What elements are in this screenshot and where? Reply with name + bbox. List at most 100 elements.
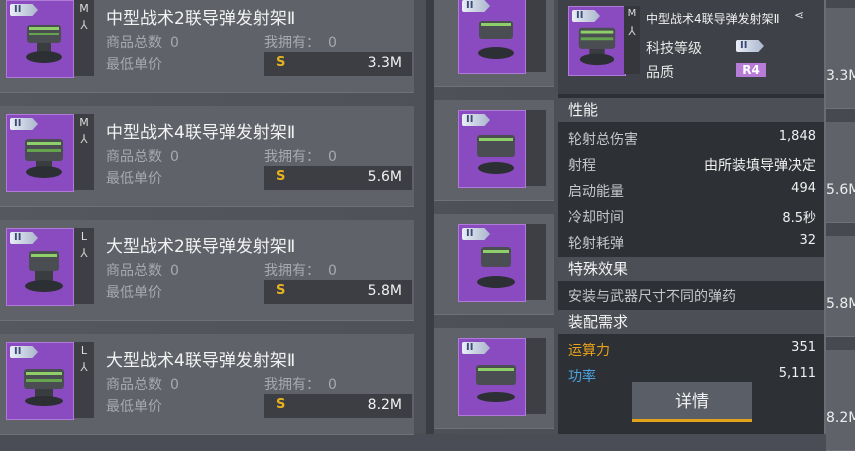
item-name: 大型战术4联导弹发射架Ⅱ <box>106 351 296 371</box>
stat-row: 轮射总伤害 1,848 <box>568 129 816 148</box>
tier-badge: II <box>462 0 490 12</box>
item-thumbnail: II <box>458 338 526 416</box>
tooltip-item-name: 中型战术4联导弹发射架Ⅱ <box>646 12 780 26</box>
listing-card[interactable]: II M ⅄ 中型战术4联导弹发射架Ⅱ 商品总数 0 我拥有： 0 最低单价 S 5.6… <box>0 106 414 207</box>
listing-card-edge[interactable]: 3.3M <box>826 8 855 109</box>
listing-card-edge[interactable]: 8.2M <box>826 350 855 451</box>
stat-row: 启动能量 494 <box>568 181 816 200</box>
missile-launcher-icon <box>476 365 516 402</box>
item-name: 中型战术2联导弹发射架Ⅱ <box>106 9 296 29</box>
size-column: M ⅄ <box>624 6 640 74</box>
tech-level-badge: II <box>736 40 764 52</box>
tier-badge: II <box>462 228 490 240</box>
size-column: M ⅄ <box>74 114 94 190</box>
coin-icon: S <box>276 55 286 70</box>
section-performance: 性能 <box>558 98 824 122</box>
listing-card[interactable]: II <box>434 0 554 87</box>
total-count: 商品总数 0 <box>106 35 179 51</box>
listing-card[interactable]: II L ⅄ 大型战术4联导弹发射架Ⅱ 商品总数 0 我拥有： 0 最低单价 S 8.2… <box>0 334 414 435</box>
listing-card[interactable]: II <box>434 100 554 201</box>
share-icon[interactable]: ⋖ <box>794 8 804 22</box>
price-value: 5.6M <box>826 182 855 198</box>
listing-card-edge[interactable]: 5.6M <box>826 122 855 223</box>
missile-launcher-icon <box>477 247 515 288</box>
missile-launcher-icon <box>26 25 62 63</box>
tooltip-edge <box>824 0 826 434</box>
total-count: 商品总数 0 <box>106 263 179 279</box>
price-value: 8.2M <box>826 410 855 426</box>
stat-row: 轮射耗弹 32 <box>568 233 816 252</box>
item-thumbnail: II <box>458 110 526 188</box>
special-effect-text: 安装与武器尺寸不同的弹药 <box>568 289 736 305</box>
size-column <box>526 338 546 414</box>
price-box: S 8.2M <box>264 394 412 418</box>
item-thumbnail: II <box>6 114 74 192</box>
size-label: M <box>79 2 89 15</box>
min-price-label: 最低单价 <box>106 285 162 301</box>
listing-card[interactable]: II M ⅄ 中型战术2联导弹发射架Ⅱ 商品总数 0 我拥有： 0 最低单价 S 3.3… <box>0 0 414 93</box>
price-value: 5.8M <box>826 296 855 312</box>
missile-launcher-icon <box>25 251 63 292</box>
price-box: S 5.8M <box>264 280 412 304</box>
min-price-label: 最低单价 <box>106 399 162 415</box>
stat-row: 冷却时间 8.5秒 <box>568 210 816 226</box>
details-button[interactable]: 详情 <box>632 382 752 422</box>
listing-card[interactable]: II <box>434 328 554 429</box>
tier-badge: II <box>10 346 38 358</box>
stat-row: 射程 由所装填导弹决定 <box>568 158 816 174</box>
item-thumbnail: II <box>6 228 74 306</box>
tooltip-header: II M ⅄ 中型战术4联导弹发射架Ⅱ ⋖ 科技等级 II 品质 R4 <box>558 0 824 94</box>
missile-launcher-icon <box>578 27 616 66</box>
size-label: M <box>79 116 89 129</box>
min-price-label: 最低单价 <box>106 171 162 187</box>
owned-count: 我拥有： 0 <box>264 35 337 51</box>
item-name: 大型战术2联导弹发射架Ⅱ <box>106 237 296 257</box>
quality-label: 品质 <box>646 65 674 81</box>
weapon-type-icon: ⅄ <box>80 246 88 260</box>
tier-badge: II <box>462 114 490 126</box>
price-value: 5.8M <box>367 283 402 299</box>
item-tooltip: II M ⅄ 中型战术4联导弹发射架Ⅱ ⋖ 科技等级 II 品质 R4 性能 轮射… <box>558 0 824 434</box>
price-box: S 3.3M <box>264 52 412 76</box>
item-name: 中型战术4联导弹发射架Ⅱ <box>106 123 296 143</box>
size-label: L <box>80 230 88 243</box>
section-requirements: 装配需求 <box>558 310 824 334</box>
size-column <box>526 110 546 186</box>
section-special: 特殊效果 <box>558 257 824 281</box>
price-value: 3.3M <box>367 55 402 71</box>
weapon-type-icon: ⅄ <box>80 132 88 146</box>
price-value: 3.3M <box>826 68 855 84</box>
item-thumbnail: II <box>6 0 74 78</box>
quality-badge: R4 <box>736 63 766 77</box>
missile-launcher-icon <box>25 139 63 178</box>
size-column: L ⅄ <box>74 228 94 304</box>
coin-icon: S <box>276 397 286 412</box>
weapon-type-icon: ⅄ <box>80 360 88 374</box>
tech-level-label: 科技等级 <box>646 41 702 57</box>
listing-card-edge[interactable]: 5.8M <box>826 236 855 337</box>
missile-launcher-icon <box>478 21 514 59</box>
tier-badge: II <box>572 10 600 22</box>
requirement-row: 运算力 351 <box>568 340 816 359</box>
coin-icon: S <box>276 169 286 184</box>
listing-card[interactable]: II <box>434 214 554 315</box>
size-label: L <box>80 344 88 357</box>
size-column <box>526 224 546 300</box>
owned-count: 我拥有： 0 <box>264 263 337 279</box>
tier-badge: II <box>10 232 38 244</box>
weapon-type-icon: ⅄ <box>80 18 88 32</box>
listing-card[interactable]: II L ⅄ 大型战术2联导弹发射架Ⅱ 商品总数 0 我拥有： 0 最低单价 S 5.8… <box>0 220 414 321</box>
price-value: 5.6M <box>367 169 402 185</box>
size-column <box>526 0 546 72</box>
owned-count: 我拥有： 0 <box>264 377 337 393</box>
owned-count: 我拥有： 0 <box>264 149 337 165</box>
missile-launcher-icon <box>477 135 515 174</box>
size-label: M <box>627 8 637 19</box>
size-column: L ⅄ <box>74 342 94 418</box>
tier-badge: II <box>462 342 490 354</box>
min-price-label: 最低单价 <box>106 57 162 73</box>
price-box: S 5.6M <box>264 166 412 190</box>
tooltip-thumbnail: II <box>568 6 626 76</box>
tier-badge: II <box>10 4 38 16</box>
coin-icon: S <box>276 283 286 298</box>
